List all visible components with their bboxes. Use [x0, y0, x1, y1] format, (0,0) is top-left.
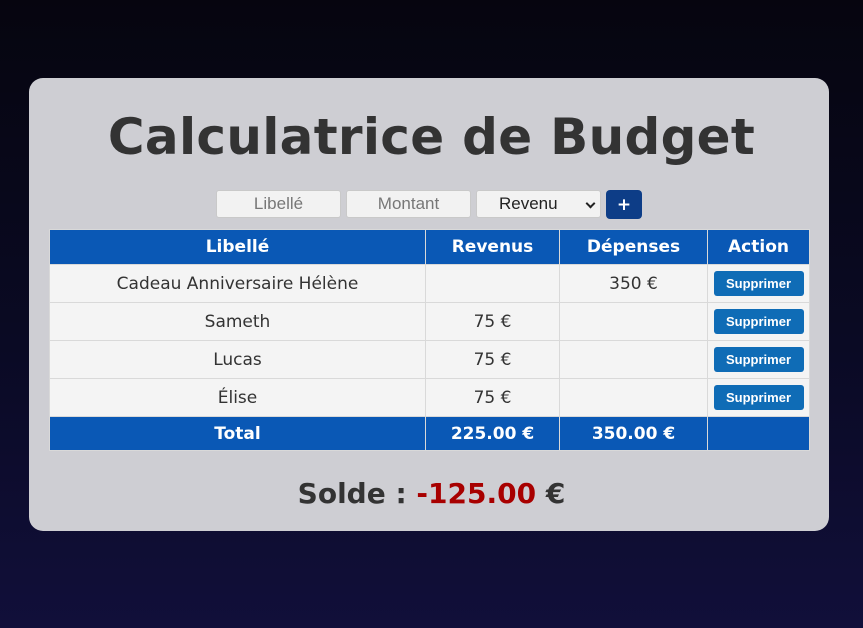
delete-button[interactable]: Supprimer	[713, 385, 804, 410]
table-row: Cadeau Anniversaire Hélène 350 € Supprim…	[49, 264, 810, 303]
row-income	[425, 264, 560, 303]
header-label: Libellé	[49, 229, 426, 265]
row-expense	[559, 378, 708, 417]
row-income: 75 €	[425, 340, 560, 379]
row-action-cell: Supprimer	[707, 378, 810, 417]
row-label: Élise	[49, 378, 426, 417]
add-button[interactable]: +	[606, 190, 642, 219]
row-label: Lucas	[49, 340, 426, 379]
balance-display: Solde : -125.00 €	[0, 474, 863, 514]
budget-table: Libellé Revenus Dépenses Action Cadeau A…	[49, 229, 810, 451]
table-header-row: Libellé Revenus Dépenses Action	[49, 229, 810, 265]
row-expense	[559, 302, 708, 341]
header-expense: Dépenses	[559, 229, 708, 265]
entry-form: Revenu +	[0, 190, 863, 219]
page-title: Calculatrice de Budget	[107, 108, 756, 166]
total-expense: 350.00 €	[559, 416, 708, 451]
row-action-cell: Supprimer	[707, 340, 810, 379]
delete-button[interactable]: Supprimer	[713, 347, 804, 372]
amount-input[interactable]	[346, 190, 471, 218]
row-label: Sameth	[49, 302, 426, 341]
row-action-cell: Supprimer	[707, 302, 810, 341]
row-expense: 350 €	[559, 264, 708, 303]
row-expense	[559, 340, 708, 379]
delete-button[interactable]: Supprimer	[713, 271, 804, 296]
row-income: 75 €	[425, 302, 560, 341]
table-row: Élise 75 € Supprimer	[49, 378, 810, 417]
type-select-value: Revenu	[499, 194, 558, 213]
row-income: 75 €	[425, 378, 560, 417]
balance-label: Solde :	[297, 477, 407, 510]
balance-currency: €	[545, 477, 566, 510]
total-label: Total	[49, 416, 426, 451]
type-select[interactable]: Revenu	[476, 190, 601, 218]
balance-value: -125.00	[416, 477, 537, 510]
table-row: Sameth 75 € Supprimer	[49, 302, 810, 341]
total-action-empty	[707, 416, 810, 451]
header-income: Revenus	[425, 229, 560, 265]
label-input[interactable]	[216, 190, 341, 218]
totals-row: Total 225.00 € 350.00 €	[49, 416, 810, 451]
total-income: 225.00 €	[425, 416, 560, 451]
table-row: Lucas 75 € Supprimer	[49, 340, 810, 379]
header-action: Action	[707, 229, 810, 265]
chevron-down-icon	[585, 198, 596, 209]
delete-button[interactable]: Supprimer	[713, 309, 804, 334]
row-label: Cadeau Anniversaire Hélène	[49, 264, 426, 303]
row-action-cell: Supprimer	[707, 264, 810, 303]
